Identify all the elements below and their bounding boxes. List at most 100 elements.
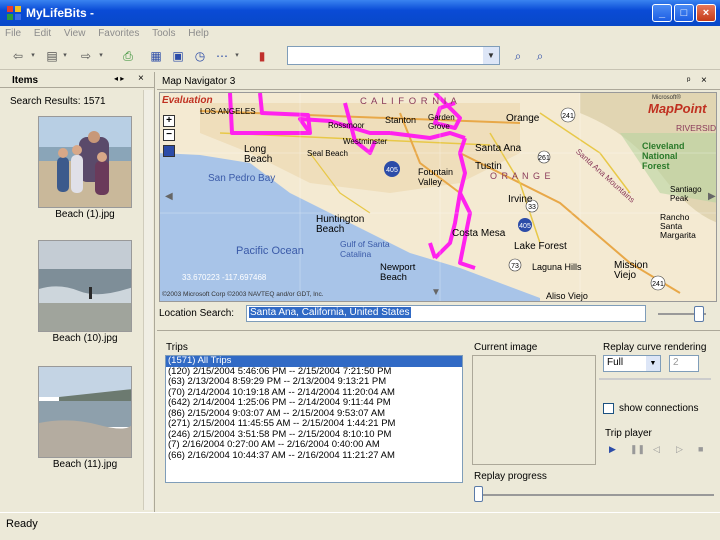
forward-icon[interactable]: ⇨ [76,47,96,65]
maximize-button[interactable]: □ [674,4,694,22]
place-mission-viejo: Mission Viejo [614,260,648,281]
trip-player-label: Trip player [605,428,652,439]
show-connections-label: show connections [619,403,699,414]
pane-nav-arrows-icon[interactable]: ◂ ▸ [114,74,124,83]
county-label: O R A N G E [490,171,552,181]
minimize-button[interactable]: _ [652,4,672,22]
menu-file[interactable]: File [0,26,26,39]
map-pane-header: Map Navigator 3 ᵖ × [157,74,720,90]
items-scrollbar[interactable] [143,90,153,510]
search-results-label: Search Results: 1571 [10,96,106,107]
clock-icon[interactable]: ◷ [190,47,210,65]
forward-dropdown-icon[interactable]: ▾ [96,47,106,65]
pan-control-icon[interactable] [163,145,175,157]
grid-view-icon[interactable]: ▦ [146,47,166,65]
menu-favorites[interactable]: Favorites [93,26,144,39]
beach-photo-2 [39,241,131,331]
svg-text:241: 241 [562,113,574,120]
close-button[interactable]: × [696,4,716,22]
more-options-icon[interactable]: ⋯ [212,47,232,65]
window-title: MyLifeBits - [26,6,95,20]
place-los-angeles: LOS ANGELES [200,107,256,116]
zoom-slider-thumb[interactable] [694,306,704,322]
place-stanton: Stanton [385,115,417,125]
chevron-down-icon[interactable]: ▼ [483,47,499,64]
menu-help[interactable]: Help [183,26,214,39]
more-dropdown-icon[interactable]: ▾ [232,47,242,65]
folder-icon[interactable]: ▤ [42,47,62,65]
replay-mode-select[interactable]: Full ▼ [603,355,661,372]
thumbnail-2[interactable] [38,240,132,332]
place-seal-beach: Seal Beach [307,149,348,158]
trips-list[interactable]: (1571) All Trips (120) 2/15/2004 5:46:06… [165,355,463,483]
place-lake-forest: Lake Forest [514,241,567,252]
svg-text:405: 405 [519,223,531,230]
export-icon[interactable]: ⎙ [118,47,138,65]
place-aliso-viejo: Aliso Viejo [546,291,588,301]
pause-icon[interactable]: ❚❚ [630,444,645,455]
menu-edit[interactable]: Edit [29,26,56,39]
replay-progress-label: Replay progress [474,471,547,482]
place-newport-beach: Newport Beach [380,262,416,283]
items-tab[interactable]: Items [12,75,38,86]
back-dropdown-icon[interactable]: ▾ [28,47,38,65]
status-text: Ready [6,518,38,530]
show-connections-checkbox[interactable] [603,403,614,414]
pan-left-icon[interactable]: ◀ [165,191,173,202]
list-item[interactable]: (642) 2/14/2004 1:25:06 PM -- 2/14/2004 … [166,397,462,409]
replay-progress-thumb[interactable] [474,486,483,502]
play-icon[interactable]: ▶ [609,444,616,455]
bookmark-icon[interactable]: ▮ [252,47,272,65]
map-pane-close-icon[interactable]: × [701,75,707,86]
list-item[interactable]: (271) 2/15/2004 11:45:55 AM -- 2/15/2004… [166,418,462,430]
replay-stepper[interactable]: 2 [669,355,699,372]
pin-icon[interactable]: ᵖ [687,75,690,85]
current-image-box [472,355,596,465]
place-long-beach: Long Beach [244,144,273,165]
step-forward-icon[interactable]: ▷ [676,444,683,455]
zoom-out-button[interactable]: − [163,129,175,141]
advanced-search-icon[interactable]: ⌕ [530,47,550,65]
stop-icon[interactable]: ■ [698,444,703,454]
map-coordinates: 33.670223 -117.697468 [182,273,267,282]
items-pane: Items ◂ ▸ × Search Results: 1571 Beach (… [0,72,155,512]
folder-dropdown-icon[interactable]: ▾ [60,47,70,65]
app-icon [7,6,21,20]
pan-right-icon[interactable]: ▶ [708,191,716,202]
place-garden-grove: Garden Grove [428,113,455,131]
menu-view[interactable]: View [59,26,91,39]
search-icon[interactable]: ⌕ [508,47,528,65]
thumbnail-1[interactable] [38,116,132,208]
map-view[interactable]: 405 33 405 241 261 73 241 + − ◀ ▼ Evalua… [159,92,717,302]
pane-close-icon[interactable]: × [138,73,144,84]
zoom-in-button[interactable]: + [163,115,175,127]
title-bar: MyLifeBits - _ □ × [0,0,720,26]
location-search-label: Location Search: [159,308,235,319]
mappoint-logo: MapPoint [648,101,707,116]
thumbnail-1-label: Beach (1).jpg [55,209,115,220]
step-back-icon[interactable]: ◁ [653,444,660,455]
replay-progress-track[interactable] [474,494,714,496]
svg-text:33: 33 [528,204,536,211]
place-rossmoor: Rossmoor [328,121,365,130]
map-pane-title: Map Navigator 3 [162,76,236,87]
replay-curve-slider[interactable] [599,378,711,380]
menu-tools[interactable]: Tools [147,26,180,39]
location-search-field[interactable]: Santa Ana, California, United States [246,305,646,322]
place-costa-mesa: Costa Mesa [452,228,506,239]
list-item[interactable]: (1571) All Trips [166,356,462,367]
chevron-down-icon[interactable]: ▼ [646,356,660,371]
thumbnail-3[interactable] [38,366,132,458]
place-cleveland-national-forest: Cleveland National Forest [642,141,685,171]
replay-curve-label: Replay curve rendering [603,342,707,353]
tile-view-icon[interactable]: ▣ [168,47,188,65]
list-item[interactable]: (63) 2/13/2004 8:59:29 PM -- 2/13/2004 9… [166,376,462,388]
place-westminster: Westminster [343,137,388,146]
list-item[interactable]: (7) 2/16/2004 0:27:00 AM -- 2/16/2004 0:… [166,439,462,451]
search-combobox[interactable]: ▼ [287,46,500,65]
back-icon[interactable]: ⇦ [8,47,28,65]
svg-text:261: 261 [538,155,550,162]
list-item[interactable]: (66) 2/16/2004 10:44:37 AM -- 2/16/2004 … [166,450,462,462]
pan-down-icon[interactable]: ▼ [431,287,441,298]
place-gulf-of-santa-catalina: Gulf of Santa Catalina [340,239,390,259]
